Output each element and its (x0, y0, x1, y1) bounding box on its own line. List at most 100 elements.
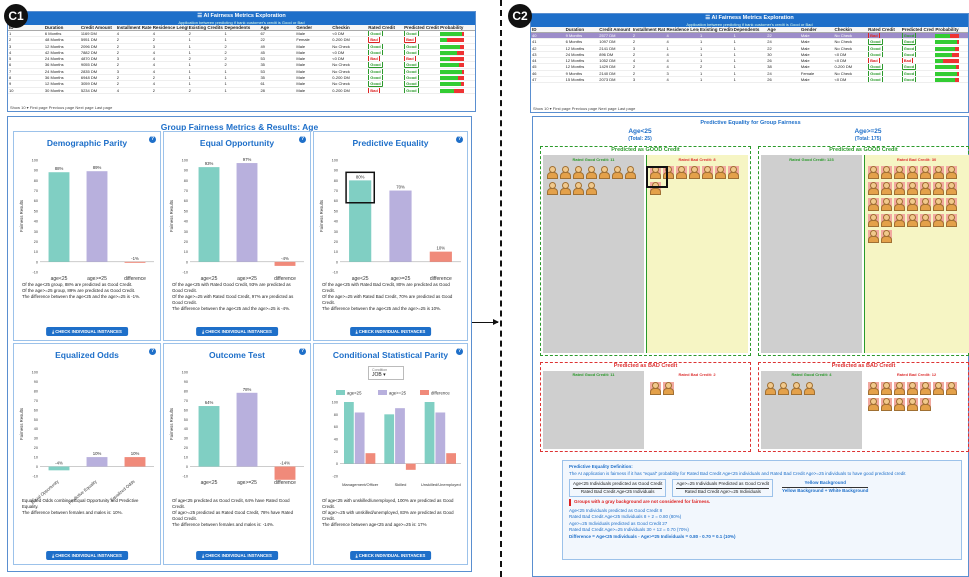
person-icon[interactable] (881, 182, 892, 195)
person-icon[interactable] (933, 214, 944, 227)
person-icon[interactable] (933, 382, 944, 395)
column-header[interactable]: Duration (565, 27, 599, 32)
check-instances-button[interactable]: ⤓ CHECK INDIVIDUAL INSTANCES (46, 551, 128, 560)
person-icon[interactable] (907, 182, 918, 195)
person-icon[interactable] (920, 182, 931, 195)
person-icon[interactable] (894, 182, 905, 195)
person-icon[interactable] (920, 166, 931, 179)
column-header[interactable]: Checkin (833, 27, 867, 32)
column-header[interactable]: Residence Length (665, 27, 699, 32)
person-icon[interactable] (907, 198, 918, 211)
bar[interactable] (365, 453, 376, 464)
bar[interactable] (446, 453, 456, 464)
person-icon[interactable] (868, 214, 879, 227)
check-instances-button[interactable]: ⤓ CHECK INDIVIDUAL INSTANCES (349, 327, 432, 336)
person-icon[interactable] (881, 398, 892, 411)
person-icon[interactable] (650, 382, 661, 395)
column-header[interactable]: Probability (934, 27, 968, 32)
bar[interactable] (48, 172, 70, 262)
person-icon[interactable] (868, 182, 879, 195)
person-icon[interactable] (560, 166, 571, 179)
column-header[interactable]: Existing Credits (699, 27, 733, 32)
person-icon[interactable] (599, 166, 610, 179)
column-header[interactable]: ID (531, 27, 565, 32)
person-icon[interactable] (933, 166, 944, 179)
person-icon[interactable] (920, 214, 931, 227)
person-icon[interactable] (894, 198, 905, 211)
person-icon[interactable] (778, 382, 789, 395)
column-header[interactable]: Gender (800, 27, 834, 32)
column-header[interactable]: Credit Amount (598, 27, 632, 32)
person-icon[interactable] (586, 182, 597, 195)
person-icon[interactable] (728, 166, 739, 179)
bar[interactable] (344, 402, 354, 464)
table-pagination[interactable]: Show 10 ▾ First page Previous page Next … (10, 105, 112, 110)
column-header[interactable]: Residence Length (152, 25, 188, 30)
person-icon[interactable] (933, 182, 944, 195)
column-header[interactable]: Probability (439, 25, 475, 30)
condition-select[interactable]: Condition JOB ▾ (368, 366, 404, 380)
person-icon[interactable] (907, 166, 918, 179)
person-icon[interactable] (881, 198, 892, 211)
person-icon[interactable] (907, 398, 918, 411)
bar[interactable] (86, 457, 108, 467)
person-icon[interactable] (547, 166, 558, 179)
column-header[interactable]: Gender (295, 25, 331, 30)
person-icon[interactable] (625, 166, 636, 179)
bar[interactable] (236, 392, 258, 467)
column-header[interactable]: Dependents (733, 27, 767, 32)
column-header[interactable]: Duration (44, 25, 80, 30)
bar[interactable] (429, 251, 452, 262)
bar[interactable] (435, 412, 446, 464)
person-icon[interactable] (946, 214, 957, 227)
column-header[interactable]: Dependents (224, 25, 260, 30)
person-icon[interactable] (663, 382, 674, 395)
person-icon[interactable] (547, 182, 558, 195)
bar[interactable] (424, 402, 435, 464)
person-icon[interactable] (573, 182, 584, 195)
bar[interactable] (274, 466, 296, 480)
person-icon[interactable] (881, 382, 892, 395)
bar[interactable] (405, 463, 416, 470)
column-header[interactable]: Credit Amount (80, 25, 116, 30)
bar[interactable] (124, 457, 146, 467)
person-icon[interactable] (881, 214, 892, 227)
person-icon[interactable] (946, 166, 957, 179)
person-icon[interactable] (689, 166, 700, 179)
bar[interactable] (274, 261, 296, 266)
person-icon[interactable] (920, 382, 931, 395)
check-instances-button[interactable]: ⤓ CHECK INDIVIDUAL INSTANCES (196, 327, 278, 336)
person-icon[interactable] (791, 382, 802, 395)
person-icon[interactable] (894, 382, 905, 395)
check-instances-button[interactable]: ⤓ CHECK INDIVIDUAL INSTANCES (46, 327, 128, 336)
person-icon[interactable] (920, 198, 931, 211)
bar[interactable] (48, 466, 70, 471)
person-icon[interactable] (868, 198, 879, 211)
person-icon[interactable] (702, 166, 713, 179)
person-icon[interactable] (907, 214, 918, 227)
bar[interactable] (86, 171, 108, 262)
person-icon[interactable] (946, 382, 957, 395)
column-header[interactable]: Checkin (331, 25, 367, 30)
person-icon[interactable] (560, 182, 571, 195)
table-row[interactable]: 10 30 Months 5234 DM 4 2 2 1 28 Male 0-200 DM Bad G… (8, 87, 475, 94)
person-icon[interactable] (612, 166, 623, 179)
check-instances-button[interactable]: ⤓ CHECK INDIVIDUAL INSTANCES (349, 551, 432, 560)
person-icon[interactable] (907, 382, 918, 395)
column-header[interactable]: Predicted Credit (901, 27, 935, 32)
person-icon[interactable] (881, 166, 892, 179)
column-header[interactable]: Predicted Credit (403, 25, 439, 30)
person-icon[interactable] (868, 398, 879, 411)
bar[interactable] (236, 163, 258, 262)
person-icon[interactable] (933, 198, 944, 211)
person-icon[interactable] (804, 382, 815, 395)
bar[interactable] (198, 167, 220, 262)
check-instances-button[interactable]: ⤓ CHECK INDIVIDUAL INSTANCES (196, 551, 278, 560)
bar[interactable] (395, 408, 405, 464)
person-icon[interactable] (920, 398, 931, 411)
person-icon[interactable] (868, 230, 879, 243)
bar[interactable] (198, 406, 220, 467)
person-icon[interactable] (573, 166, 584, 179)
table-row[interactable]: 47 15 Months 2073 DM 3 4 1 1 26 Male <0 DM Good Goo… (531, 77, 968, 84)
person-icon[interactable] (894, 398, 905, 411)
